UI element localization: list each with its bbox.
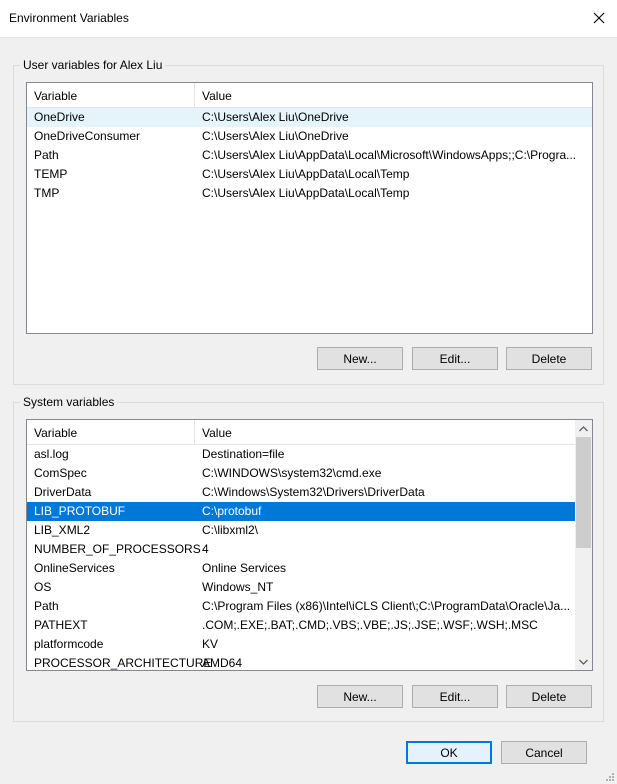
close-icon — [593, 12, 605, 24]
table-row[interactable]: Path C:\Users\Alex Liu\AppData\Local\Micr… — [27, 146, 592, 165]
list-header: Variable Value — [27, 83, 592, 108]
column-header-value[interactable]: Value — [195, 420, 575, 444]
table-row[interactable]: DriverData C:\Windows\System32\Drivers\Dr… — [27, 483, 575, 502]
table-row[interactable]: OneDriveConsumer C:\Users\Alex Liu\OneDri… — [27, 127, 592, 146]
column-header-value[interactable]: Value — [195, 83, 592, 107]
table-row[interactable]: PROCESSOR_ARCHITECTURE AMD64 — [27, 654, 575, 670]
table-row[interactable]: OnlineServices Online Services — [27, 559, 575, 578]
user-edit-button[interactable]: Edit... — [412, 347, 498, 370]
table-row[interactable]: PATHEXT .COM;.EXE;.BAT;.CMD;.VBS;.VBE;.JS… — [27, 616, 575, 635]
system-edit-button[interactable]: Edit... — [412, 685, 498, 708]
chevron-up-icon — [579, 425, 588, 431]
user-variables-label: User variables for Alex Liu — [20, 58, 166, 72]
system-new-button[interactable]: New... — [317, 685, 403, 708]
list-header: Variable Value — [27, 420, 575, 445]
table-row[interactable]: platformcode KV — [27, 635, 575, 654]
table-row[interactable]: asl.log Destination=file — [27, 445, 575, 464]
scroll-thumb[interactable] — [576, 437, 591, 548]
close-button[interactable] — [587, 6, 611, 30]
resize-grip-icon[interactable] — [605, 772, 615, 782]
ok-button[interactable]: OK — [406, 741, 492, 764]
user-delete-button[interactable]: Delete — [506, 347, 592, 370]
title-bar: Environment Variables — [0, 0, 617, 38]
system-variables-label: System variables — [20, 395, 118, 409]
table-row-selected[interactable]: LIB_PROTOBUF C:\protobuf — [27, 502, 575, 521]
chevron-down-icon — [579, 659, 588, 665]
user-variables-group: User variables for Alex Liu Variable Val… — [13, 58, 604, 385]
scroll-down-button[interactable] — [575, 653, 592, 670]
table-row[interactable]: TMP C:\Users\Alex Liu\AppData\Local\Temp — [27, 184, 592, 203]
system-delete-button[interactable]: Delete — [506, 685, 592, 708]
system-variables-list[interactable]: Variable Value asl.log Destination=file C… — [26, 419, 593, 671]
vertical-scrollbar[interactable] — [575, 420, 592, 670]
column-header-variable[interactable]: Variable — [27, 83, 195, 107]
user-variables-list[interactable]: Variable Value OneDrive C:\Users\Alex Liu… — [26, 82, 593, 334]
window-title: Environment Variables — [9, 11, 129, 25]
table-row[interactable]: OS Windows_NT — [27, 578, 575, 597]
system-variables-group: System variables Variable Value asl.log D… — [13, 395, 604, 722]
table-row[interactable]: LIB_XML2 C:\libxml2\ — [27, 521, 575, 540]
column-header-variable[interactable]: Variable — [27, 420, 195, 444]
table-row[interactable]: TEMP C:\Users\Alex Liu\AppData\Local\Temp — [27, 165, 592, 184]
user-new-button[interactable]: New... — [317, 347, 403, 370]
table-row[interactable]: NUMBER_OF_PROCESSORS 4 — [27, 540, 575, 559]
scroll-up-button[interactable] — [575, 420, 592, 437]
table-row[interactable]: ComSpec C:\WINDOWS\system32\cmd.exe — [27, 464, 575, 483]
table-row[interactable]: OneDrive C:\Users\Alex Liu\OneDrive — [27, 108, 592, 127]
cancel-button[interactable]: Cancel — [501, 741, 587, 764]
table-row[interactable]: Path C:\Program Files (x86)\Intel\iCLS Cl… — [27, 597, 575, 616]
